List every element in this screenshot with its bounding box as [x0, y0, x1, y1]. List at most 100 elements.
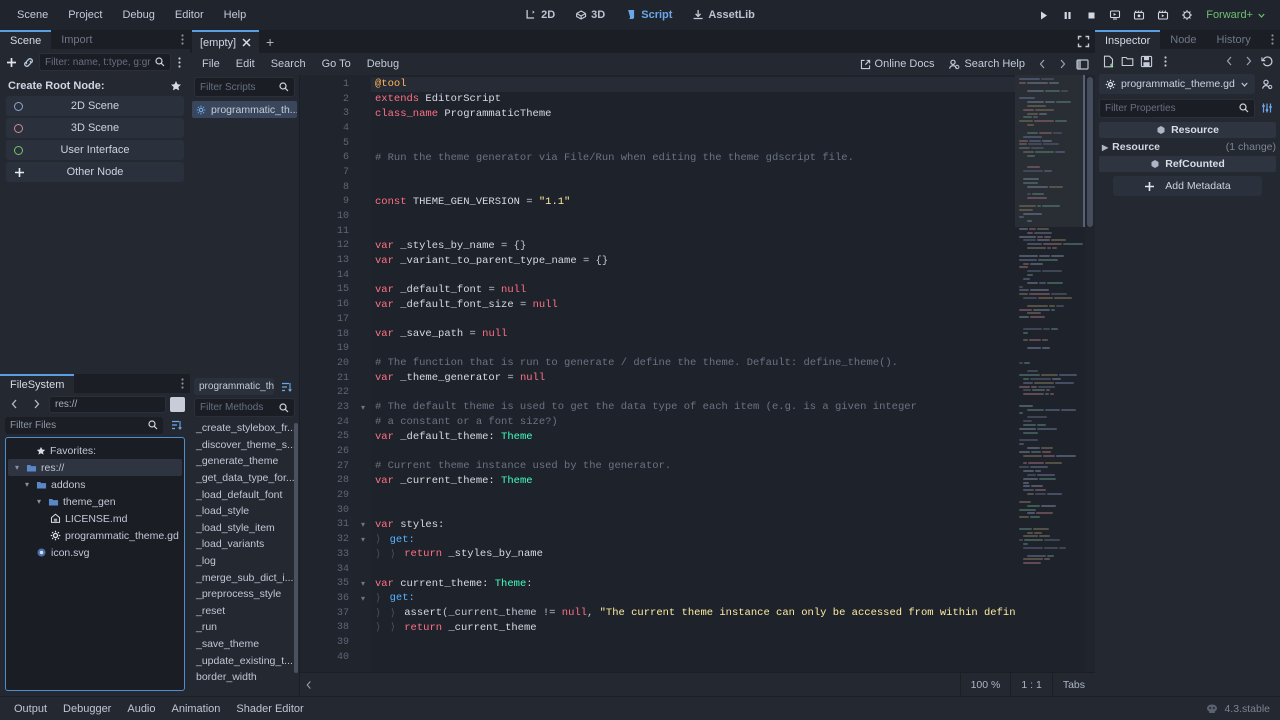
code-line[interactable] [371, 650, 1015, 665]
method-list-item[interactable]: _reset [192, 603, 297, 620]
methods-list[interactable]: _create_stylebox_fr... _discover_theme_s.… [190, 419, 299, 696]
root-node-3d-scene[interactable]: 3D Scene [6, 118, 184, 138]
script-menu-debug[interactable]: Debug [359, 55, 407, 73]
filesystem-dock-menu-icon[interactable] [175, 374, 190, 393]
code-line[interactable]: var _theme_generator = null [371, 371, 1015, 386]
code-line[interactable]: class_name ProgrammaticTheme [371, 106, 1015, 121]
method-list-item[interactable]: border_width [192, 669, 297, 686]
script-menu-goto[interactable]: Go To [314, 55, 359, 73]
root-node-2d-scene[interactable]: 2D Scene [6, 96, 184, 116]
code-line[interactable]: # Run the theme generator via File/Run w… [371, 150, 1015, 165]
script-tab-empty[interactable]: [empty] [192, 30, 260, 53]
bottom-tab-debugger[interactable]: Debugger [55, 700, 119, 718]
tab-inspector[interactable]: Inspector [1095, 30, 1161, 49]
code-line[interactable] [371, 312, 1015, 327]
code-line[interactable] [371, 180, 1015, 195]
tab-node[interactable]: Node [1160, 30, 1206, 49]
inspector-dock-menu-icon[interactable] [1265, 30, 1280, 49]
tree-item-icon-svg[interactable]: icon.svg [8, 544, 182, 561]
fold-toggle-icon[interactable]: ▾ [355, 532, 371, 547]
pause-icon[interactable] [1056, 4, 1078, 26]
code-line[interactable]: var _styles_by_name = {} [371, 239, 1015, 254]
method-list-item[interactable]: _run [192, 619, 297, 636]
code-line[interactable] [371, 136, 1015, 151]
code-line[interactable] [371, 121, 1015, 136]
code-line[interactable]: # a constant or a font size?) [371, 415, 1015, 430]
code-line[interactable]: var _save_path = null [371, 327, 1015, 342]
line-column-indicator[interactable]: 1 : 1 [1010, 672, 1051, 697]
method-list-item[interactable]: _load_style [192, 503, 297, 520]
code-line[interactable] [371, 635, 1015, 650]
method-list-item[interactable]: _load_style_item [192, 520, 297, 537]
code-line[interactable] [371, 268, 1015, 283]
filesystem-filter-input[interactable]: Filter Files [5, 416, 163, 434]
inspector-property-resource[interactable]: ▶ Resource (1 change) [1099, 139, 1276, 155]
scene-filter-input[interactable]: Filter: name, t:type, g:gr [39, 53, 171, 71]
code-line[interactable] [371, 209, 1015, 224]
tab-assetlib[interactable]: AssetLib [684, 5, 762, 25]
filesystem-tree[interactable]: Favorites: ▾ res:// ▾ addons ▾ theme_gen… [5, 437, 185, 691]
inspector-category-refcounted[interactable]: RefCounted [1099, 156, 1276, 172]
load-resource-icon[interactable] [1118, 52, 1136, 70]
bottom-tab-output[interactable]: Output [6, 700, 55, 718]
bottom-tab-audio[interactable]: Audio [119, 700, 163, 718]
code-line[interactable] [371, 503, 1015, 518]
instance-scene-icon[interactable] [22, 53, 35, 71]
code-fold-gutter[interactable]: ▾ ▾ ▾ ▾ ▾ [355, 75, 371, 672]
method-list-item[interactable]: _preprocess_style [192, 586, 297, 603]
code-line[interactable]: var _variant_to_parent_type_name = {} [371, 253, 1015, 268]
tree-item-res-root[interactable]: ▾ res:// [8, 459, 182, 476]
script-list[interactable]: programmatic_th... [190, 99, 299, 375]
history-next-icon[interactable] [1239, 52, 1257, 70]
code-line[interactable]: ⟩ ⟩ assert (_current_theme != null, "The … [371, 606, 1015, 621]
code-text[interactable]: @tool extends EditorScript class_name Prog… [371, 75, 1015, 672]
tree-item-programmatic-theme[interactable]: programmatic_theme.gd [8, 527, 182, 544]
inspector-filter-input[interactable]: Filter Properties [1099, 98, 1255, 118]
menu-debug[interactable]: Debug [113, 5, 163, 25]
chevron-left-icon[interactable] [1033, 55, 1051, 73]
chevron-right-icon[interactable]: ▶ [1102, 143, 1108, 152]
method-list-item[interactable]: _save_theme [192, 636, 297, 653]
add-node-icon[interactable] [5, 53, 18, 71]
open-docs-icon[interactable] [1258, 75, 1276, 93]
sort-icon[interactable] [277, 378, 295, 396]
tab-import[interactable]: Import [51, 30, 102, 49]
code-line[interactable] [371, 562, 1015, 577]
code-line[interactable]: const THEME_GEN_VERSION = "1.1" [371, 195, 1015, 210]
method-list-item[interactable]: _generate_theme [192, 453, 297, 470]
expand-icon[interactable] [1071, 31, 1095, 53]
scrollbar-thumb[interactable] [1087, 77, 1093, 227]
add-script-tab-button[interactable]: + [259, 31, 281, 53]
filesystem-sort-icon[interactable] [167, 416, 185, 434]
fold-toggle-icon[interactable]: ▾ [355, 518, 371, 533]
fold-toggle-icon[interactable]: ▾ [355, 576, 371, 591]
code-line[interactable]: extends EditorScript [371, 92, 1015, 107]
chevron-right-icon[interactable] [1053, 55, 1071, 73]
renderer-selector[interactable]: Forward+ [1200, 6, 1272, 24]
method-list-item[interactable]: _merge_sub_dict_i... [192, 569, 297, 586]
inspector-category-resource[interactable]: Resource [1099, 122, 1276, 138]
tab-scene[interactable]: Scene [0, 30, 52, 49]
status-collapse-button[interactable] [300, 680, 318, 690]
menu-scene[interactable]: Scene [8, 5, 57, 25]
nav-forward-icon[interactable] [27, 395, 45, 413]
code-line[interactable]: @tool [371, 77, 1015, 92]
tab-script[interactable]: Script [617, 5, 680, 25]
method-list-item[interactable]: _load_variants [192, 536, 297, 553]
methods-scrollbar[interactable] [294, 423, 298, 673]
script-list-item-programmatic-theme[interactable]: programmatic_th... [192, 101, 297, 118]
tab-filesystem[interactable]: FileSystem [0, 374, 75, 393]
tab-2d[interactable]: 2D [517, 5, 563, 25]
tree-twisty[interactable]: ▾ [22, 480, 32, 489]
favorite-star-icon[interactable] [170, 80, 182, 92]
remote-debug-icon[interactable] [1176, 4, 1198, 26]
bottom-tab-shader-editor[interactable]: Shader Editor [228, 700, 311, 718]
history-revert-icon[interactable] [1258, 52, 1276, 70]
code-line[interactable]: # The function that is run to generate /… [371, 356, 1015, 371]
search-help-button[interactable]: Search Help [942, 55, 1031, 73]
menu-project[interactable]: Project [59, 5, 111, 25]
code-line[interactable] [371, 488, 1015, 503]
code-line[interactable]: ⟩ get: [371, 591, 1015, 606]
indent-mode[interactable]: Tabs [1051, 672, 1095, 697]
method-list-item[interactable]: _create_stylebox_fr... [192, 420, 297, 437]
